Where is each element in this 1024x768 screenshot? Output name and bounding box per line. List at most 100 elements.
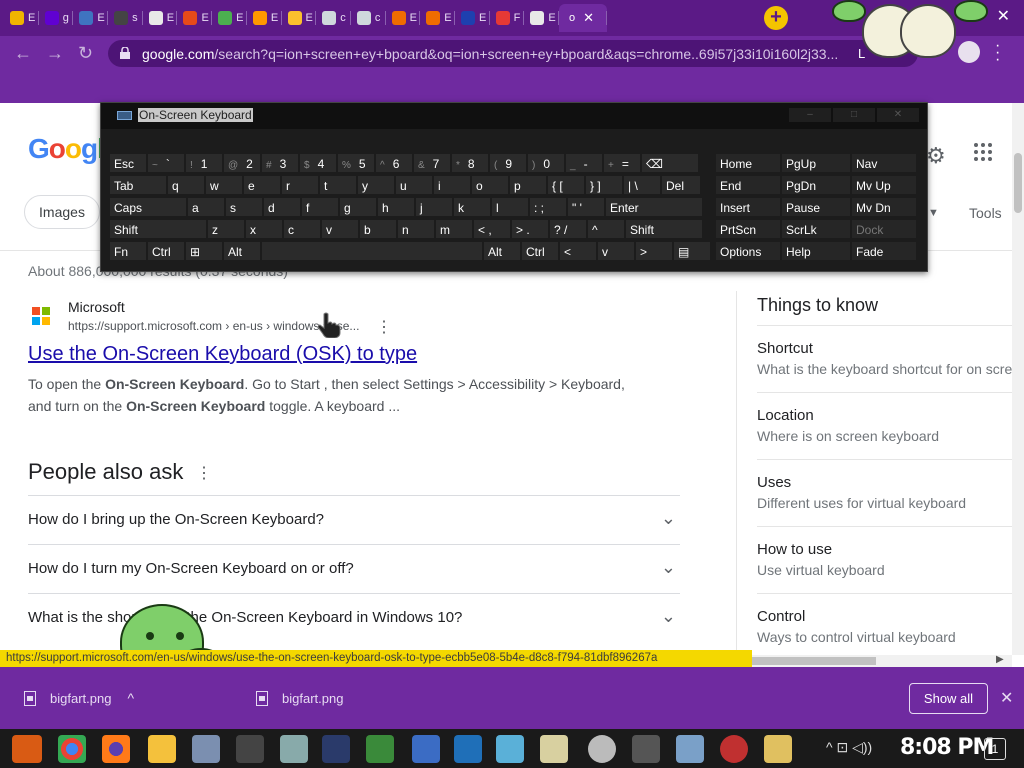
osk-key[interactable]: ! 1 <box>185 153 223 173</box>
osk-key[interactable]: a <box>187 197 225 217</box>
osk-key[interactable]: b <box>359 219 397 239</box>
osk-key[interactable]: w <box>205 175 243 195</box>
chevron-up-icon[interactable]: ^ <box>127 690 134 706</box>
file-explorer-taskbar-icon[interactable] <box>148 735 176 763</box>
osk-key[interactable]: ▤ <box>673 241 711 261</box>
osk-key[interactable]: u <box>395 175 433 195</box>
app-taskbar-icon[interactable] <box>588 735 616 763</box>
browser-tab[interactable]: E <box>247 4 282 32</box>
osk-key[interactable]: Shift <box>625 219 703 239</box>
osk-key[interactable]: r <box>281 175 319 195</box>
osk-key[interactable]: < , <box>473 219 511 239</box>
start-button[interactable] <box>12 735 42 763</box>
paa-more-options-icon[interactable]: ⋮ <box>196 463 212 483</box>
osk-key[interactable]: o <box>471 175 509 195</box>
osk-maximize-button[interactable]: □ <box>833 108 875 122</box>
address-bar[interactable]: google.com/search?q=ion+screen+ey+bpoard… <box>108 40 918 67</box>
osk-key[interactable]: ? / <box>549 219 587 239</box>
osk-side-key[interactable]: Help <box>781 241 851 261</box>
app-taskbar-icon[interactable] <box>322 735 350 763</box>
result-title-link[interactable]: Use the On-Screen Keyboard (OSK) to type <box>28 343 417 366</box>
osk-key[interactable]: e <box>243 175 281 195</box>
osk-key[interactable]: k <box>453 197 491 217</box>
osk-side-key[interactable]: End <box>715 175 781 195</box>
ttk-item-location[interactable]: Location Where is on screen keyboard <box>757 392 1012 444</box>
app-taskbar-icon[interactable] <box>632 735 660 763</box>
osk-side-key[interactable]: PgDn <box>781 175 851 195</box>
folder-taskbar-icon[interactable] <box>764 735 792 763</box>
osk-key[interactable]: j <box>415 197 453 217</box>
osk-side-key[interactable]: Pause <box>781 197 851 217</box>
app-taskbar-icon[interactable] <box>720 735 748 763</box>
osk-side-key[interactable]: Dock <box>851 219 917 239</box>
filter-more-chevron-icon[interactable]: ▼ <box>928 207 939 219</box>
osk-key[interactable]: ⌫ <box>641 153 699 173</box>
osk-side-key[interactable]: Fade <box>851 241 917 261</box>
ttk-item-how-to-use[interactable]: How to use Use virtual keyboard <box>757 526 1012 578</box>
osk-titlebar[interactable]: On-Screen Keyboard – □ ✕ <box>101 103 927 129</box>
osk-key[interactable]: Tab <box>109 175 167 195</box>
tab-close-icon[interactable]: ✕ <box>583 10 594 26</box>
notification-center-icon[interactable]: 1 <box>984 738 1006 760</box>
osk-key[interactable]: Fn <box>109 241 147 261</box>
osk-key[interactable]: g <box>339 197 377 217</box>
osk-key[interactable]: " ' <box>567 197 605 217</box>
osk-key[interactable]: + = <box>603 153 641 173</box>
app-taskbar-icon[interactable] <box>366 735 394 763</box>
osk-key[interactable] <box>261 241 483 261</box>
system-tray[interactable]: ^ ⊡ ◁)) <box>826 739 872 756</box>
back-button[interactable]: ← <box>14 43 32 64</box>
osk-key[interactable]: { [ <box>547 175 585 195</box>
osk-close-button[interactable]: ✕ <box>877 108 919 122</box>
browser-tab[interactable]: E <box>177 4 212 32</box>
browser-tab[interactable]: E <box>420 4 455 32</box>
settings-icon[interactable]: ⚙ <box>926 143 946 169</box>
osk-key[interactable]: * 8 <box>451 153 489 173</box>
browser-tab[interactable]: F <box>490 4 525 32</box>
osk-key[interactable]: $4 <box>299 153 337 173</box>
osk-key[interactable]: y <box>357 175 395 195</box>
ttk-item-uses[interactable]: Uses Different uses for virtual keyboard <box>757 459 1012 511</box>
osk-key[interactable]: ^ 6 <box>375 153 413 173</box>
osk-key[interactable]: Ctrl <box>521 241 559 261</box>
app-taskbar-icon[interactable] <box>496 735 524 763</box>
browser-tab[interactable]: E <box>212 4 247 32</box>
osk-side-key[interactable]: PgUp <box>781 153 851 173</box>
osk-key[interactable]: | \ <box>623 175 661 195</box>
browser-tab[interactable]: c <box>351 4 386 32</box>
vertical-scrollbar[interactable] <box>1012 103 1024 655</box>
osk-key[interactable]: Alt <box>223 241 261 261</box>
osk-key[interactable]: p <box>509 175 547 195</box>
osk-key[interactable]: z <box>207 219 245 239</box>
osk-key[interactable]: i <box>433 175 471 195</box>
browser-tab[interactable]: g <box>39 4 74 32</box>
download-item[interactable]: bigfart.png ^ <box>24 683 134 713</box>
osk-key[interactable]: < <box>559 241 597 261</box>
app-taskbar-icon[interactable] <box>236 735 264 763</box>
osk-key[interactable]: x <box>245 219 283 239</box>
browser-tab[interactable]: E <box>73 4 108 32</box>
horizontal-scrollbar[interactable]: ▶ <box>752 654 1012 667</box>
osk-side-key[interactable]: ScrLk <box>781 219 851 239</box>
taskbar-clock[interactable]: 8:08 PM <box>900 735 994 760</box>
osk-side-key[interactable]: Options <box>715 241 781 261</box>
browser-menu-icon[interactable]: · · · <box>995 38 1000 68</box>
chrome-taskbar-icon[interactable] <box>58 735 86 763</box>
osk-key[interactable]: ^ <box>587 219 625 239</box>
images-filter-chip[interactable]: Images <box>24 195 100 229</box>
ttk-item-control[interactable]: Control Ways to control virtual keyboard <box>757 593 1012 645</box>
osk-key[interactable]: Enter <box>605 197 703 217</box>
osk-key[interactable]: ⊞ <box>185 241 223 261</box>
osk-key[interactable]: t <box>319 175 357 195</box>
app-taskbar-icon[interactable] <box>280 735 308 763</box>
osk-key[interactable]: l <box>491 197 529 217</box>
osk-key[interactable]: > <box>635 241 673 261</box>
app-taskbar-icon[interactable] <box>540 735 568 763</box>
osk-key[interactable]: v <box>597 241 635 261</box>
osk-key[interactable]: Esc <box>109 153 147 173</box>
new-tab-button[interactable]: + <box>764 6 788 30</box>
url-text[interactable]: google.com/search?q=ion+screen+ey+bpoard… <box>142 46 838 62</box>
osk-key[interactable]: : ; <box>529 197 567 217</box>
osk-side-key[interactable]: Mv Up <box>851 175 917 195</box>
osk-side-key[interactable]: Nav <box>851 153 917 173</box>
